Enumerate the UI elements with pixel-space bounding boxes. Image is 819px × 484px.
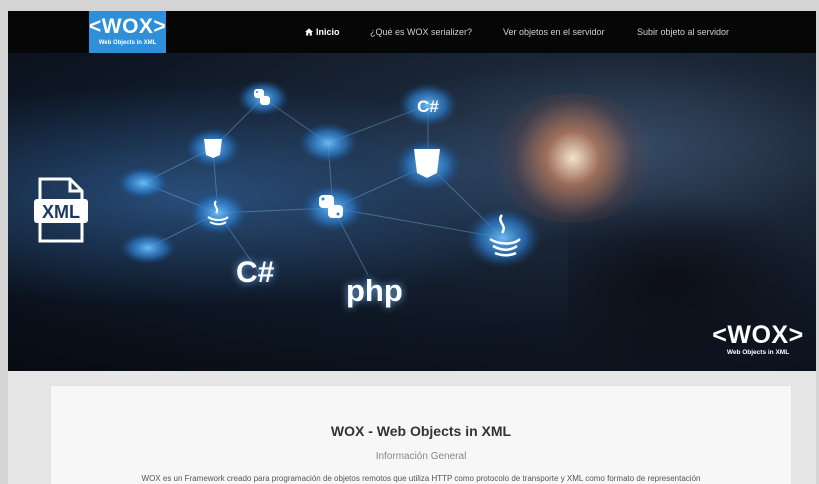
hero-text-csharp: C# bbox=[236, 256, 275, 289]
info-card: WOX - Web Objects in XML Información Gen… bbox=[50, 385, 792, 484]
hero-network-graphic: C# XML bbox=[34, 80, 541, 279]
hero-banner: C# XML C# php <WOX> Web Objects in XML bbox=[8, 53, 816, 371]
navbar: <WOX> Web Objects in XML Inicio ¿Qué es … bbox=[8, 11, 816, 57]
section-subtitle: Información General bbox=[375, 451, 467, 462]
network-node bbox=[298, 123, 358, 163]
logo-title: <WOX> bbox=[89, 15, 167, 38]
home-icon bbox=[305, 28, 313, 36]
network-node bbox=[188, 191, 248, 235]
nav-item-que-es-wox[interactable]: ¿Qué es WOX serializer? bbox=[370, 24, 472, 40]
nav-item-ver-objetos[interactable]: Ver objetos en el servidor bbox=[503, 24, 605, 40]
network-node bbox=[117, 167, 169, 199]
nav-item-label: ¿Qué es WOX serializer? bbox=[370, 27, 473, 37]
hero-wox-logo: <WOX> Web Objects in XML bbox=[708, 321, 808, 357]
hero-logo-subtitle: Web Objects in XML bbox=[726, 349, 790, 356]
network-node bbox=[465, 208, 541, 268]
node-label-csharp: C# bbox=[417, 97, 439, 116]
nav-item-inicio[interactable]: Inicio bbox=[305, 24, 340, 40]
hero-text-php: php bbox=[346, 273, 403, 308]
page-title: WOX - Web Objects in XML bbox=[330, 423, 512, 439]
nav-item-label: Ver objetos en el servidor bbox=[503, 27, 605, 37]
nav-item-subir-objeto[interactable]: Subir objeto al servidor bbox=[637, 24, 729, 40]
hero-logo-title: <WOX> bbox=[712, 321, 804, 349]
nav-item-label: Subir objeto al servidor bbox=[637, 27, 730, 37]
network-node bbox=[120, 232, 176, 264]
html5-icon bbox=[204, 139, 222, 158]
logo-subtitle: Web Objects in XML bbox=[98, 40, 157, 46]
wox-logo[interactable]: <WOX> Web Objects in XML bbox=[89, 11, 166, 57]
intro-paragraph: WOX es un Framework creado para programa… bbox=[141, 474, 701, 483]
nav-item-label: Inicio bbox=[316, 27, 340, 37]
browser-viewport: <WOX> Web Objects in XML Inicio ¿Qué es … bbox=[8, 11, 816, 484]
xml-file-label: XML bbox=[42, 202, 80, 222]
xml-file-icon: XML bbox=[34, 177, 88, 243]
